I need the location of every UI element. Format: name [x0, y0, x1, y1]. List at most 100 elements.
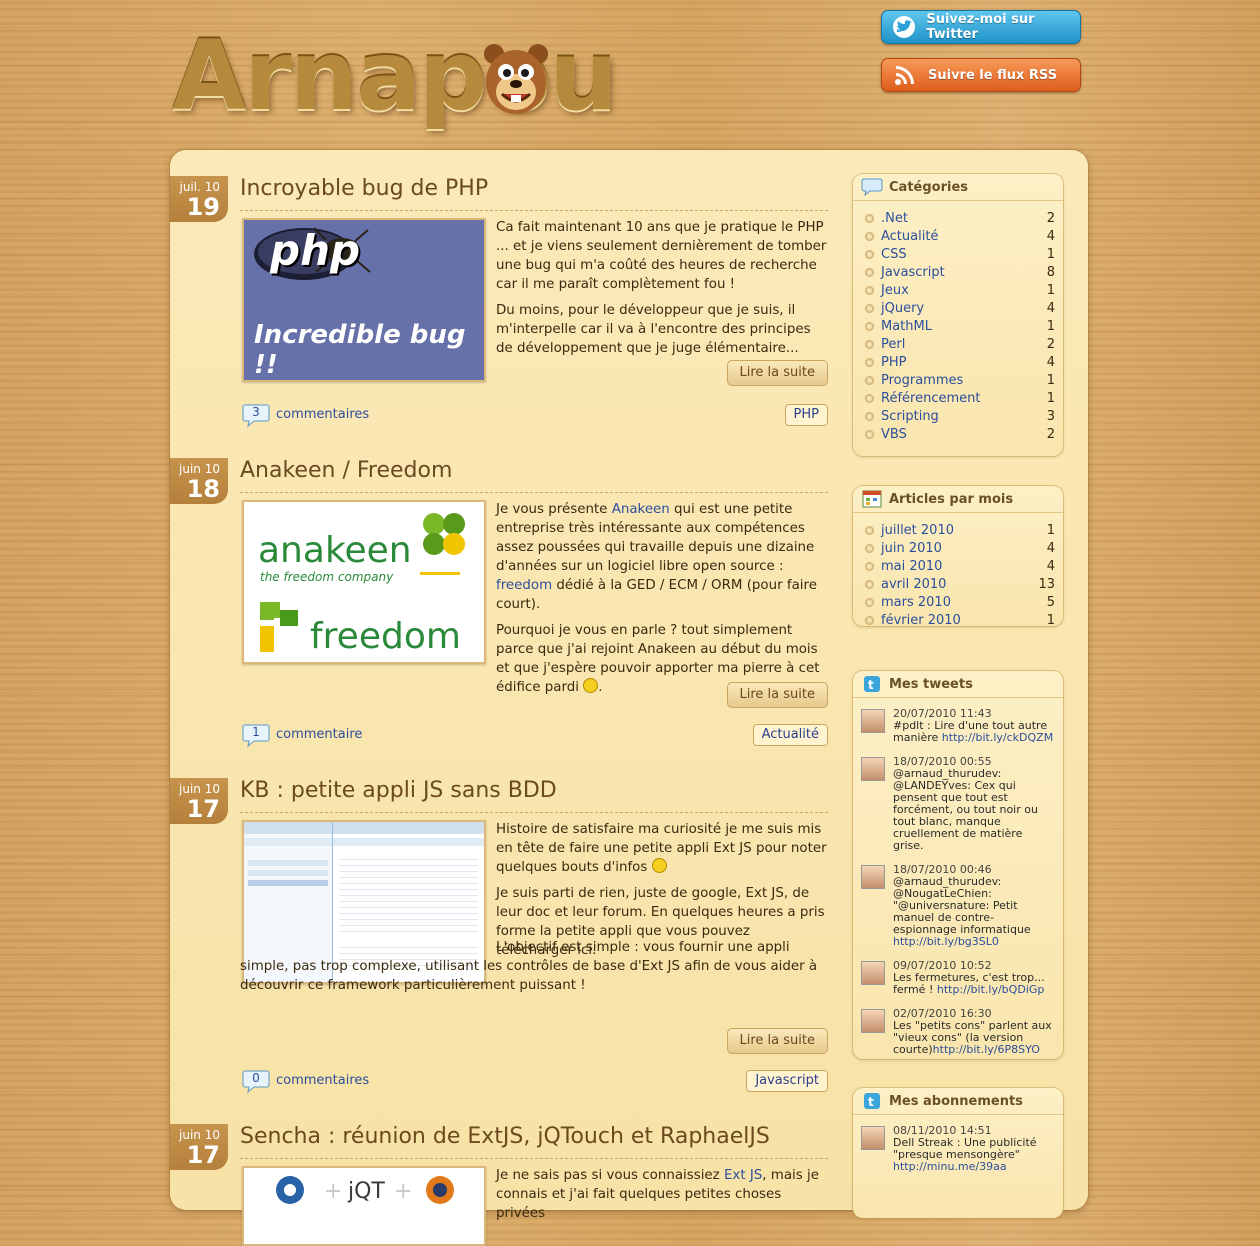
avatar[interactable]	[861, 1009, 885, 1033]
post-tag[interactable]: Actualité	[752, 724, 828, 746]
item-label[interactable]: Javascript	[881, 265, 1047, 280]
list-item[interactable]: jQuery 4	[853, 299, 1063, 317]
avatar[interactable]	[861, 865, 885, 889]
list-item[interactable]: avril 2010 13	[853, 575, 1063, 593]
item-label[interactable]: juillet 2010	[881, 523, 1047, 538]
list-item[interactable]: Perl 2	[853, 335, 1063, 353]
svg-text:t: t	[868, 678, 874, 692]
rss-feed-button[interactable]: Suivre le flux RSS	[881, 58, 1081, 92]
item-label[interactable]: CSS	[881, 247, 1047, 262]
extjs-link[interactable]: Ext JS	[724, 1168, 762, 1183]
tweets-header: t Mes tweets	[853, 671, 1063, 698]
read-more-button[interactable]: Lire la suite	[726, 360, 828, 386]
widget-title: Catégories	[889, 179, 969, 195]
tweets-widget: t Mes tweets 20/07/2010 11:43 #pdlt : Lir…	[853, 671, 1063, 1059]
anakeen-link[interactable]: Anakeen	[612, 502, 670, 517]
list-item[interactable]: MathML 1	[853, 317, 1063, 335]
sencha-logos-icon: + jQT +	[276, 1176, 454, 1204]
list-item[interactable]: .Net 2	[853, 209, 1063, 227]
item-label[interactable]: .Net	[881, 211, 1047, 226]
avatar[interactable]	[861, 757, 885, 781]
tweet-link[interactable]: http://minu.me/39aa	[893, 1160, 1007, 1173]
list-item[interactable]: février 2010 1	[853, 611, 1063, 629]
item-label[interactable]: avril 2010	[881, 577, 1038, 592]
list-item[interactable]: juin 2010 4	[853, 539, 1063, 557]
post-date-badge: juil. 10 19	[170, 176, 228, 222]
item-label[interactable]: jQuery	[881, 301, 1047, 316]
app-toolbar	[244, 838, 332, 846]
item-label[interactable]: Jeux	[881, 283, 1047, 298]
calendar-icon	[861, 489, 883, 509]
item-count: 1	[1046, 390, 1055, 406]
item-label[interactable]: juin 2010	[881, 541, 1047, 556]
item-count: 13	[1038, 576, 1055, 592]
comments-link[interactable]: 1 commentaire	[242, 722, 362, 748]
list-item[interactable]: VBS 2	[853, 425, 1063, 443]
clover-logo-icon	[423, 513, 465, 555]
avatar[interactable]	[861, 1126, 885, 1150]
post-thumbnail[interactable]: . php Incredible bug !!	[242, 218, 486, 382]
excerpt-paragraph: Je ne sais pas si vous connaissiez Ext J…	[496, 1166, 830, 1223]
post-thumbnail[interactable]: + jQT +	[242, 1166, 486, 1246]
post-title[interactable]: Incroyable bug de PHP	[240, 176, 488, 201]
list-item[interactable]: Jeux 1	[853, 281, 1063, 299]
site-logo[interactable]: Arnapou	[172, 18, 618, 133]
list-item[interactable]: Référencement 1	[853, 389, 1063, 407]
list-item[interactable]: mai 2010 4	[853, 557, 1063, 575]
list-item[interactable]: PHP 4	[853, 353, 1063, 371]
freedom-link[interactable]: freedom	[496, 578, 552, 593]
app-header-bar	[244, 822, 332, 834]
item-label[interactable]: Référencement	[881, 391, 1047, 406]
post-title[interactable]: KB : petite appli JS sans BDD	[240, 778, 557, 803]
avatar[interactable]	[861, 961, 885, 985]
text-run: Je vous présente	[496, 502, 612, 517]
comment-count: 0	[252, 1071, 260, 1085]
read-more-button[interactable]: Lire la suite	[726, 1028, 828, 1054]
title-divider	[240, 210, 828, 211]
grin-smiley-icon	[583, 678, 599, 693]
list-item[interactable]: mars 2010 5	[853, 593, 1063, 611]
tweet-link[interactable]: http://bit.ly/bg3SL0	[893, 935, 999, 948]
tweet-link[interactable]: http://bit.ly/6P8SYO	[933, 1043, 1040, 1056]
list-item[interactable]: juillet 2010 1	[853, 521, 1063, 539]
item-label[interactable]: MathML	[881, 319, 1047, 334]
item-label[interactable]: Perl	[881, 337, 1047, 352]
tweet-link[interactable]: http://bit.ly/bQDiGp	[937, 983, 1045, 996]
item-label[interactable]: PHP	[881, 355, 1047, 370]
item-label[interactable]: mai 2010	[881, 559, 1047, 574]
post-title[interactable]: Anakeen / Freedom	[240, 458, 452, 483]
avatar[interactable]	[861, 709, 885, 733]
item-label[interactable]: Actualité	[881, 229, 1047, 244]
bullet-icon	[865, 597, 874, 607]
list-item[interactable]: Actualité 4	[853, 227, 1063, 245]
twitter-icon: t	[861, 674, 883, 694]
read-more-button[interactable]: Lire la suite	[726, 682, 828, 708]
text-run: Je ne sais pas si vous connaissiez	[496, 1168, 724, 1183]
bullet-icon	[865, 393, 874, 403]
item-label[interactable]: VBS	[881, 427, 1047, 442]
item-label[interactable]: mars 2010	[881, 595, 1047, 610]
item-label[interactable]: février 2010	[881, 613, 1047, 628]
list-item[interactable]: Javascript 8	[853, 263, 1063, 281]
post-thumbnail[interactable]: anakeen the freedom company freedom	[242, 500, 486, 664]
tweet-link[interactable]: http://bit.ly/ckDQZM	[942, 731, 1053, 744]
comments-link[interactable]: 3 commentaires	[242, 402, 369, 428]
item-label[interactable]: Programmes	[881, 373, 1047, 388]
item-count: 4	[1046, 540, 1055, 556]
widget-title: Mes tweets	[889, 676, 973, 692]
post-tag[interactable]: Javascript	[746, 1070, 828, 1092]
item-label[interactable]: Scripting	[881, 409, 1047, 424]
twitter-follow-button[interactable]: Suivez-moi sur Twitter	[881, 10, 1081, 44]
list-item[interactable]: CSS 1	[853, 245, 1063, 263]
comments-link[interactable]: 0 commentaires	[242, 1068, 369, 1094]
post-date-badge: juin 10 17	[170, 1124, 228, 1170]
post-article: juin 10 17 KB : petite appli JS sans BDD…	[170, 778, 850, 1108]
post-day: 17	[186, 1141, 220, 1169]
list-item[interactable]: Scripting 3	[853, 407, 1063, 425]
list-item[interactable]: Programmes 1	[853, 371, 1063, 389]
post-title[interactable]: Sencha : réunion de ExtJS, jQTouch et Ra…	[240, 1124, 770, 1149]
categories-header: Catégories	[853, 174, 1063, 201]
post-tag[interactable]: PHP	[784, 404, 828, 426]
bullet-icon	[865, 375, 874, 385]
tweet-item: 02/07/2010 16:30 Les "petits cons" parle…	[853, 1004, 1063, 1064]
